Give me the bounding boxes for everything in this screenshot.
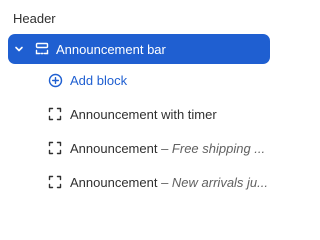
section-item-announcement-bar[interactable]: Announcement bar xyxy=(8,34,270,64)
block-frame-icon xyxy=(47,140,63,156)
block-item-announcement-free-shipping[interactable]: Announcement – Free shipping ... xyxy=(47,133,272,163)
block-frame-icon xyxy=(47,174,63,190)
announcement-bar-icon xyxy=(34,41,50,57)
block-item-label: Announcement – Free shipping ... xyxy=(70,141,265,156)
block-item-subtitle: – New arrivals ju... xyxy=(161,174,268,190)
section-header-title: Header xyxy=(13,11,56,26)
block-item-title: Announcement xyxy=(70,140,158,156)
section-tree-panel: Header Announcement bar Add block Announ… xyxy=(0,0,285,205)
section-item-label: Announcement bar xyxy=(56,41,166,57)
block-item-announcement-new-arrivals[interactable]: Announcement – New arrivals ju... xyxy=(47,167,272,197)
block-item-subtitle: – Free shipping ... xyxy=(161,140,266,156)
add-block-button[interactable]: Add block xyxy=(47,65,272,95)
block-item-label: Announcement – New arrivals ju... xyxy=(70,175,268,190)
chevron-down-icon[interactable] xyxy=(12,42,26,56)
block-item-title: Announcement with timer xyxy=(70,106,217,122)
block-item-label: Announcement with timer xyxy=(70,107,217,122)
block-frame-icon xyxy=(47,106,63,122)
block-item-announcement-with-timer[interactable]: Announcement with timer xyxy=(47,99,272,129)
plus-circle-icon xyxy=(47,72,63,88)
add-block-label: Add block xyxy=(70,72,128,88)
block-item-title: Announcement xyxy=(70,174,158,190)
